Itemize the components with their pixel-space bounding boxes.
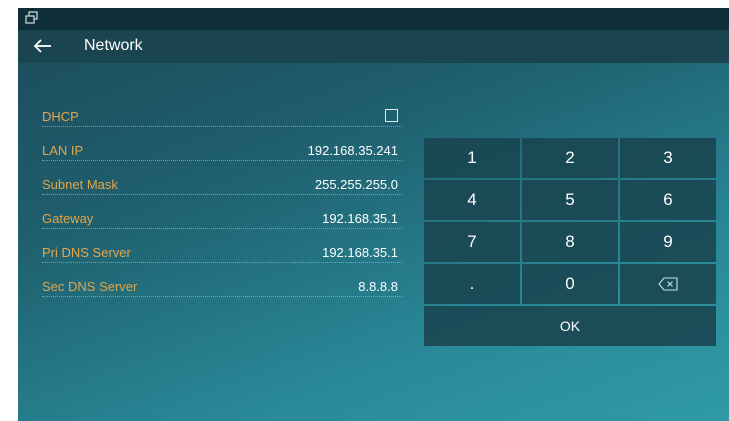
key-4[interactable]: 4 bbox=[424, 180, 520, 220]
row-divider bbox=[42, 126, 402, 127]
window-restore-icon bbox=[25, 11, 38, 24]
lan-ip-row[interactable]: LAN IP 192.168.35.241 bbox=[42, 130, 402, 164]
pri-dns-label: Pri DNS Server bbox=[42, 245, 131, 260]
key-5[interactable]: 5 bbox=[522, 180, 618, 220]
keypad-row: 4 5 6 bbox=[424, 180, 716, 220]
gateway-value[interactable]: 192.168.35.1 bbox=[322, 211, 398, 226]
ok-button[interactable]: OK bbox=[424, 306, 716, 346]
key-dot[interactable]: . bbox=[424, 264, 520, 304]
numeric-keypad: 1 2 3 4 5 6 7 8 9 . 0 OK bbox=[424, 138, 716, 348]
key-9[interactable]: 9 bbox=[620, 222, 716, 262]
gateway-label: Gateway bbox=[42, 211, 94, 226]
lan-ip-value[interactable]: 192.168.35.241 bbox=[308, 143, 398, 158]
row-divider bbox=[42, 194, 402, 195]
row-divider bbox=[42, 296, 402, 297]
sec-dns-value[interactable]: 8.8.8.8 bbox=[358, 279, 398, 294]
keypad-row: OK bbox=[424, 306, 716, 346]
row-divider bbox=[42, 262, 402, 263]
back-arrow-icon[interactable] bbox=[32, 36, 54, 56]
gateway-row[interactable]: Gateway 192.168.35.1 bbox=[42, 198, 402, 232]
keypad-row: . 0 bbox=[424, 264, 716, 304]
keypad-row: 7 8 9 bbox=[424, 222, 716, 262]
sec-dns-row[interactable]: Sec DNS Server 8.8.8.8 bbox=[42, 266, 402, 300]
subnet-mask-value[interactable]: 255.255.255.0 bbox=[315, 177, 398, 192]
key-6[interactable]: 6 bbox=[620, 180, 716, 220]
dhcp-row: DHCP bbox=[42, 96, 402, 130]
pri-dns-value[interactable]: 192.168.35.1 bbox=[322, 245, 398, 260]
key-3[interactable]: 3 bbox=[620, 138, 716, 178]
dhcp-label: DHCP bbox=[42, 109, 79, 124]
status-bar bbox=[18, 8, 729, 30]
sec-dns-label: Sec DNS Server bbox=[42, 279, 138, 294]
subnet-mask-label: Subnet Mask bbox=[42, 177, 118, 192]
key-7[interactable]: 7 bbox=[424, 222, 520, 262]
title-bar: Network bbox=[18, 30, 729, 63]
key-0[interactable]: 0 bbox=[522, 264, 618, 304]
backspace-icon bbox=[658, 277, 678, 291]
row-divider bbox=[42, 228, 402, 229]
lan-ip-label: LAN IP bbox=[42, 143, 84, 158]
key-2[interactable]: 2 bbox=[522, 138, 618, 178]
backspace-button[interactable] bbox=[620, 264, 716, 304]
network-screen: Network DHCP LAN IP 192.168.35.241 Subne… bbox=[18, 8, 729, 421]
subnet-mask-row[interactable]: Subnet Mask 255.255.255.0 bbox=[42, 164, 402, 198]
pri-dns-row[interactable]: Pri DNS Server 192.168.35.1 bbox=[42, 232, 402, 266]
network-form: DHCP LAN IP 192.168.35.241 Subnet Mask 2… bbox=[42, 96, 402, 300]
page-title: Network bbox=[84, 37, 143, 54]
key-1[interactable]: 1 bbox=[424, 138, 520, 178]
dhcp-checkbox[interactable] bbox=[385, 109, 398, 122]
row-divider bbox=[42, 160, 402, 161]
keypad-row: 1 2 3 bbox=[424, 138, 716, 178]
key-8[interactable]: 8 bbox=[522, 222, 618, 262]
